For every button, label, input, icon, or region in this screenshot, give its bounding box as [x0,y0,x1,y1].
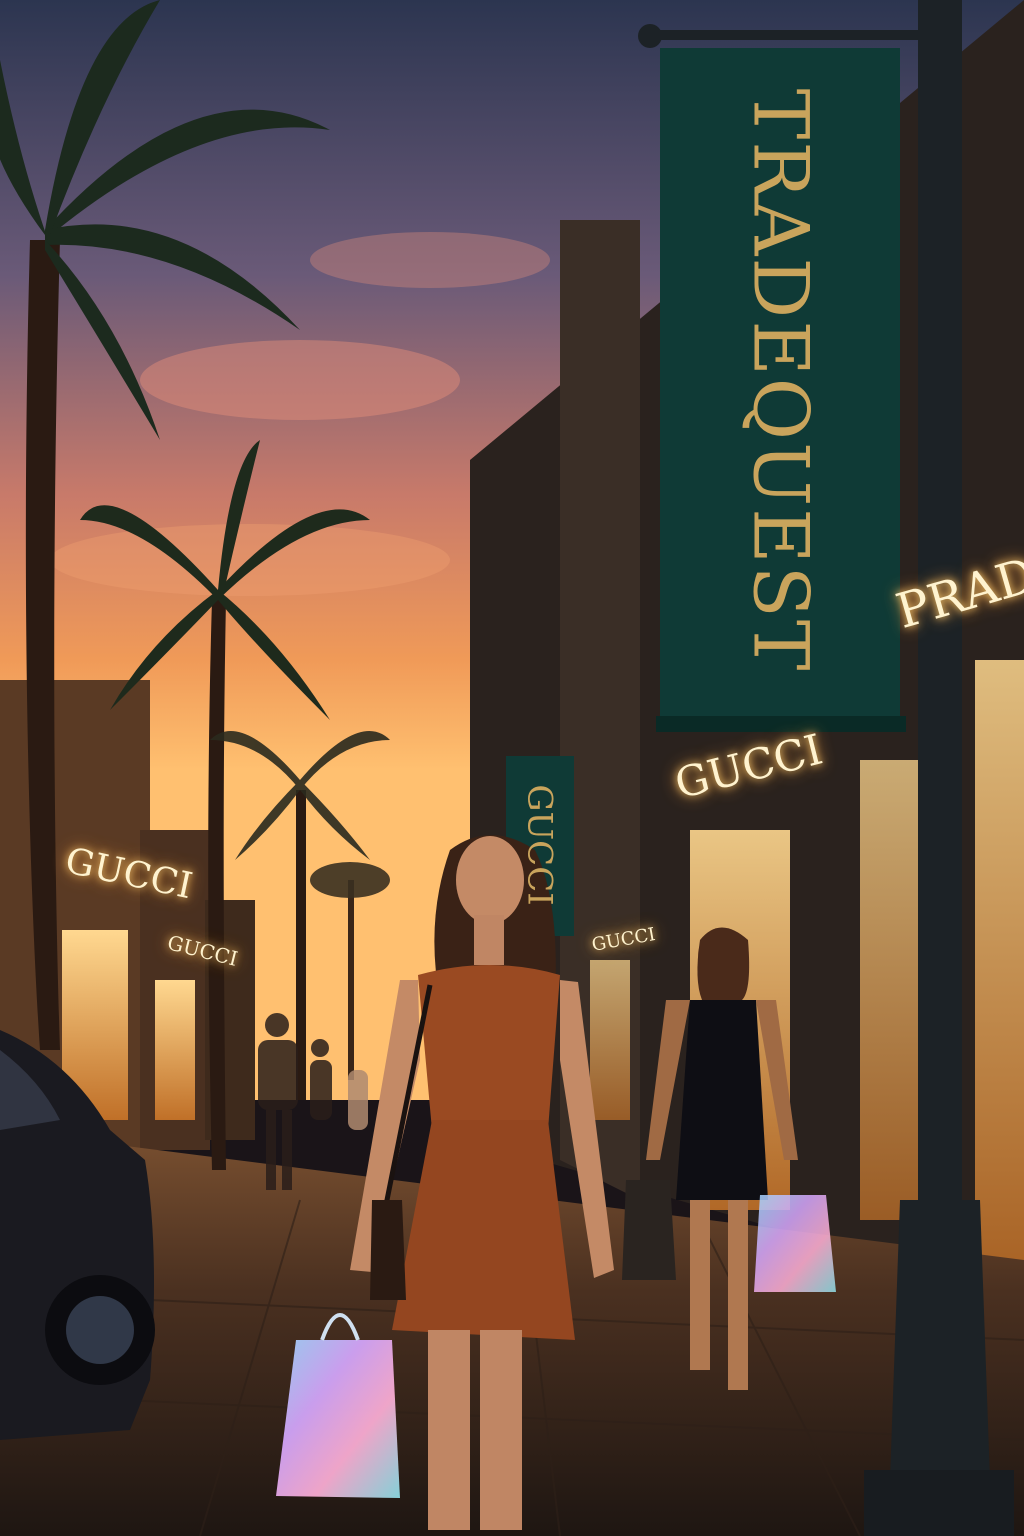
gucci-small-banner-label: GUCCI [508,760,572,930]
tradequest-banner-label: TRADEQUEST [668,60,894,700]
street-scene: TRADEQUEST GUCCI GUCCI GUCCI PRADA GUCCI… [0,0,1024,1536]
gucci-small-banner-text: GUCCI [520,784,560,906]
tradequest-text: TRADEQUEST [736,88,826,672]
